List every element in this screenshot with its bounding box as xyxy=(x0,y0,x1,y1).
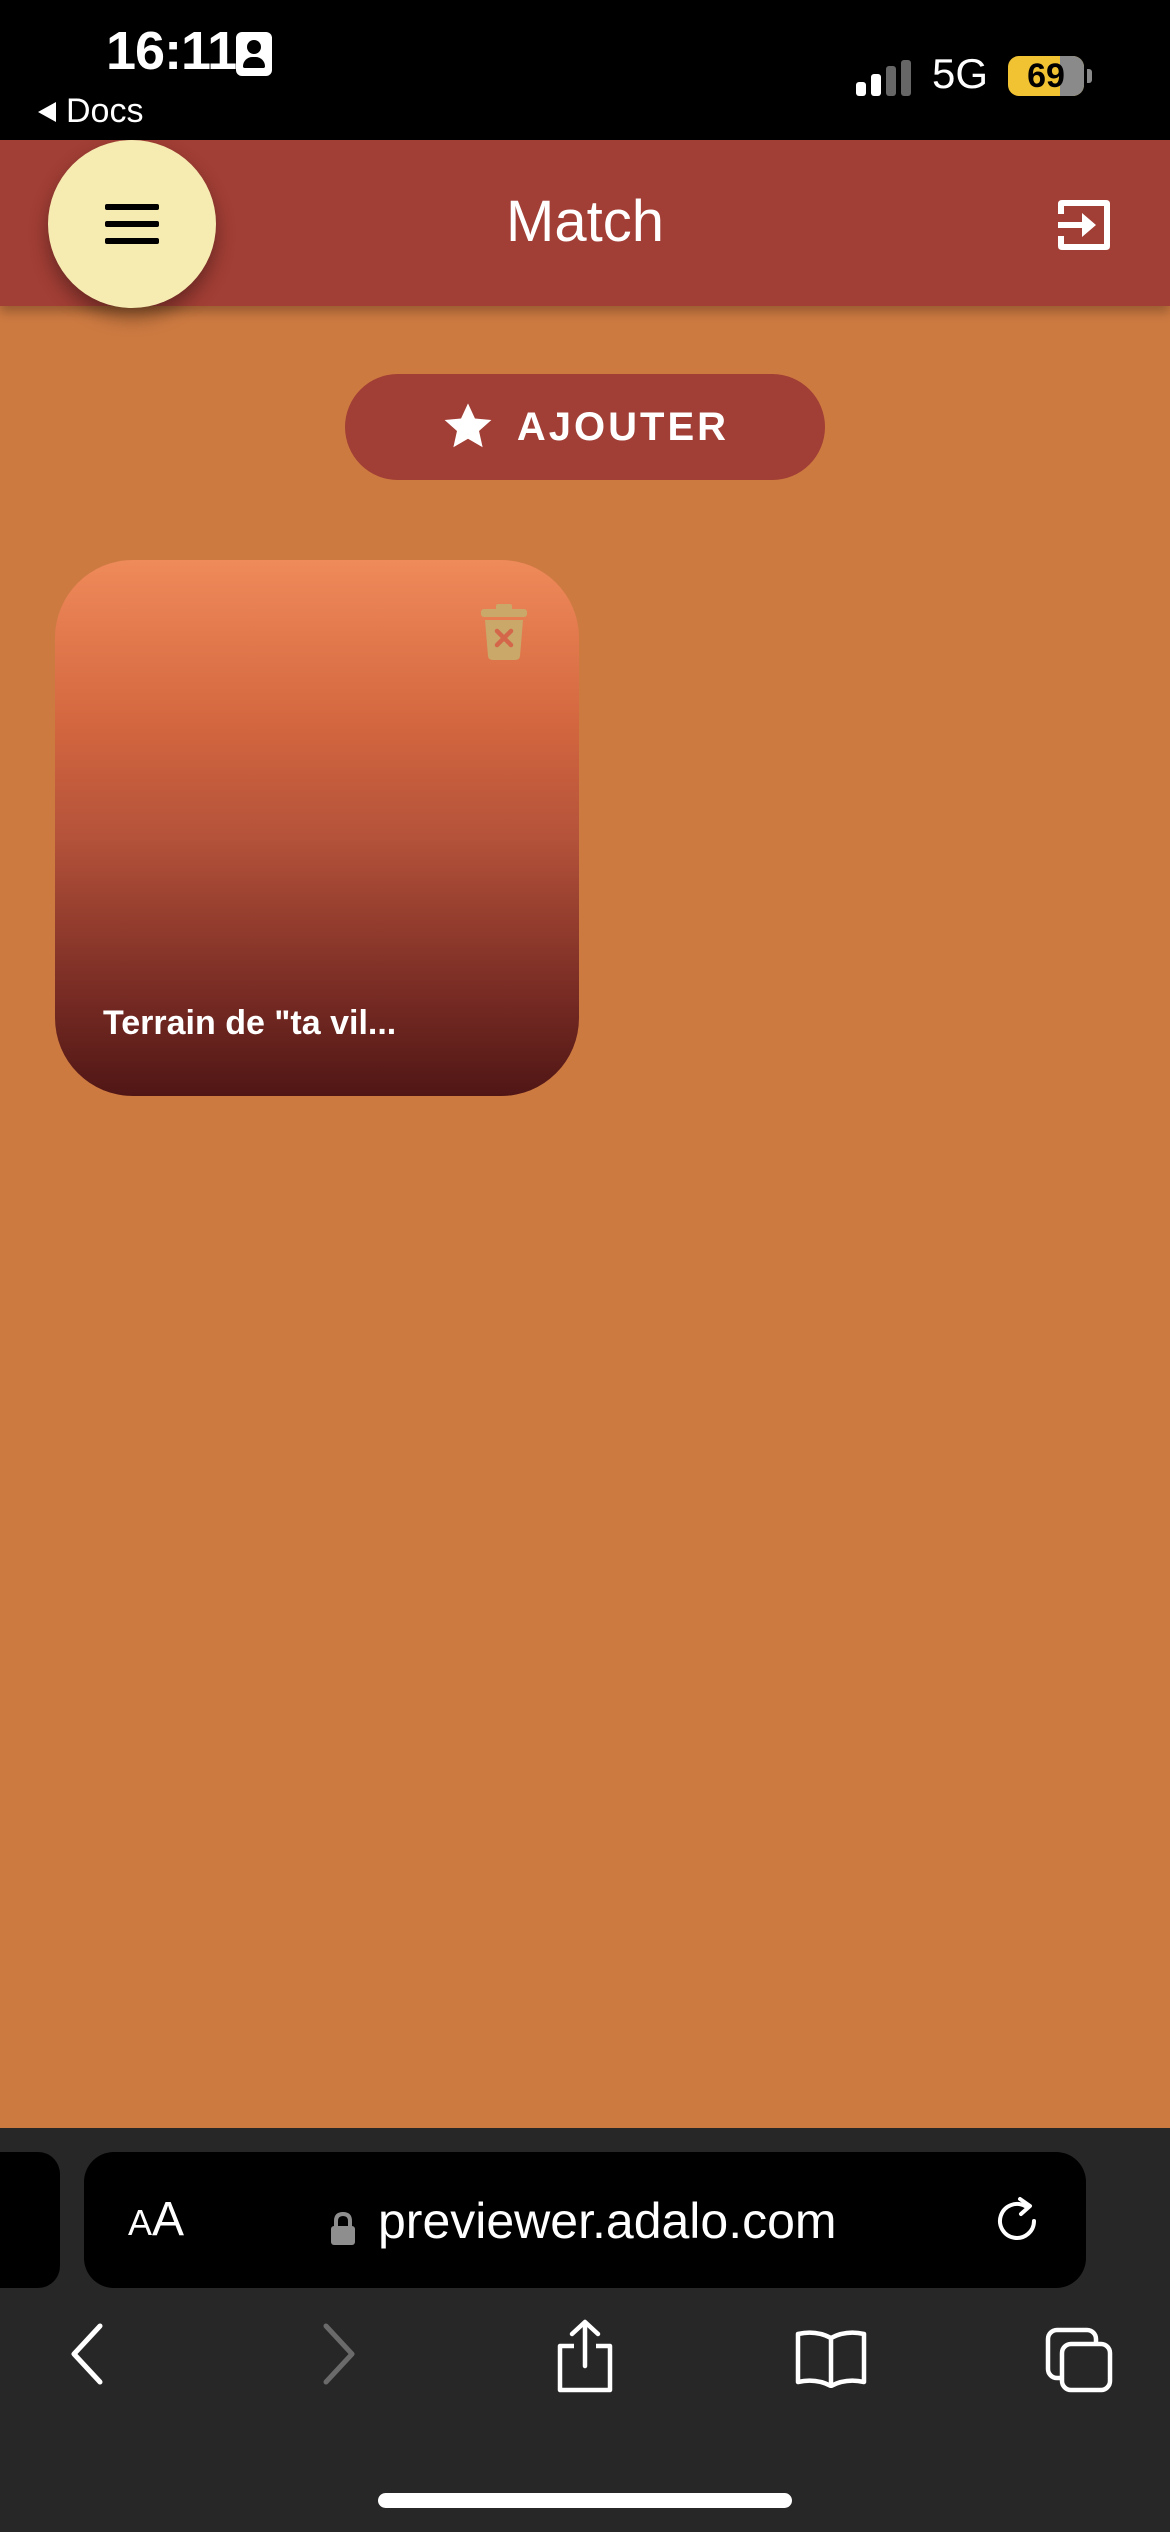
network-type: 5G xyxy=(932,50,989,97)
signal-icon xyxy=(856,60,916,96)
back-app-label: Docs xyxy=(66,92,144,130)
menu-button[interactable] xyxy=(48,140,216,308)
previous-tab-peek[interactable] xyxy=(0,2152,60,2288)
battery-level: 69 xyxy=(1027,56,1065,95)
trash-icon[interactable] xyxy=(481,604,527,660)
chevron-right-icon[interactable] xyxy=(320,2322,360,2386)
text-size-button[interactable]: AA xyxy=(128,2192,184,2247)
logout-icon[interactable] xyxy=(1054,196,1114,254)
add-button-label: AJOUTER xyxy=(516,404,730,449)
status-time: 16:11 xyxy=(106,21,237,81)
hamburger-icon-line xyxy=(105,238,159,244)
hamburger-icon-line xyxy=(105,221,159,227)
book-icon[interactable] xyxy=(794,2328,868,2388)
card-title: Terrain de "ta vil... xyxy=(103,1004,397,1042)
back-triangle-icon xyxy=(38,101,56,122)
reload-icon[interactable] xyxy=(990,2194,1044,2248)
lock-icon xyxy=(331,2212,355,2245)
match-card[interactable]: Terrain de "ta vil... xyxy=(55,560,579,1096)
contact-card-icon xyxy=(236,32,272,76)
share-icon[interactable] xyxy=(554,2318,616,2394)
back-to-app-link[interactable]: Docs xyxy=(38,92,143,131)
chevron-left-icon[interactable] xyxy=(66,2322,106,2386)
battery-nub xyxy=(1087,69,1092,83)
tabs-icon[interactable] xyxy=(1044,2326,1114,2394)
status-bar: 16:11 Docs 5G 69 xyxy=(0,0,1170,140)
text-size-small-a: A xyxy=(128,2202,153,2243)
url-text: previewer.adalo.com xyxy=(378,2193,837,2249)
hamburger-icon-line xyxy=(105,204,159,210)
text-size-large-a: A xyxy=(152,2193,185,2246)
battery-icon: 69 xyxy=(1008,56,1084,96)
star-icon xyxy=(444,403,492,448)
home-indicator[interactable] xyxy=(378,2493,792,2508)
add-button[interactable]: AJOUTER xyxy=(345,374,825,480)
address-bar[interactable]: AA previewer.adalo.com xyxy=(84,2152,1086,2288)
